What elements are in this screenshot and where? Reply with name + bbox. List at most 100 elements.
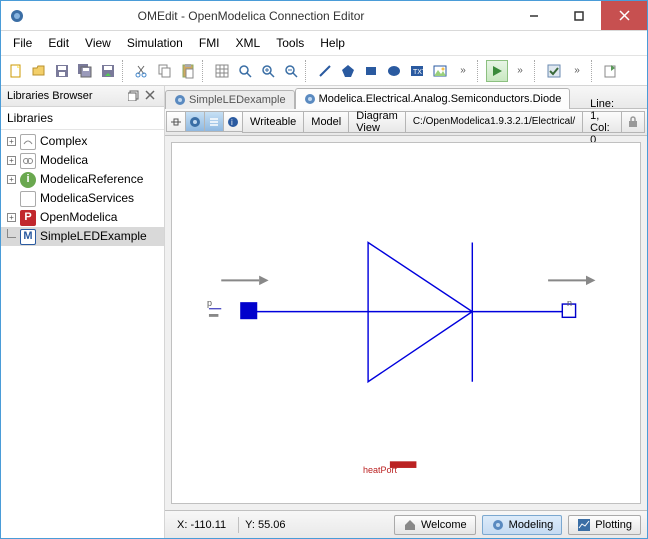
menu-bar: File Edit View Simulation FMI XML Tools … (1, 31, 647, 56)
status-bar: X: -110.11 Y: 55.06 Welcome Modeling Plo… (165, 510, 647, 538)
text-view-button[interactable] (204, 111, 224, 132)
tree-item-modelicareference[interactable]: + i ModelicaReference (1, 170, 164, 189)
editor-tabs: SimpleLEDexample Modelica.Electrical.Ana… (165, 86, 647, 109)
svg-text:TXT: TXT (413, 69, 425, 76)
writeable-indicator[interactable]: Writeable (242, 111, 304, 133)
menu-file[interactable]: File (6, 33, 39, 53)
editor-subbar: i Writeable Model Diagram View C:/OpenMo… (165, 109, 647, 136)
libraries-sidebar: Libraries Browser Libraries + Complex + … (1, 86, 165, 538)
tree-item-modelica[interactable]: + Modelica (1, 151, 164, 170)
status-x: X: -110.11 (171, 517, 232, 533)
diode-diagram (172, 143, 640, 503)
polygon-shape-button[interactable] (337, 60, 359, 82)
modeling-perspective-button[interactable]: Modeling (482, 515, 563, 535)
check-button[interactable] (543, 60, 565, 82)
simulate-button[interactable] (486, 60, 508, 82)
heatport-label: heatPort (363, 465, 397, 475)
save-all-button[interactable] (74, 60, 96, 82)
view-mode-group: i (167, 111, 243, 133)
main-toolbar: TXT » » » (1, 56, 647, 86)
save-as-button[interactable] (97, 60, 119, 82)
paste-button[interactable] (177, 60, 199, 82)
cut-button[interactable] (131, 60, 153, 82)
status-y: Y: 55.06 (238, 517, 291, 533)
window-title: OMEdit - OpenModelica Connection Editor (0, 9, 511, 23)
lock-button[interactable] (621, 111, 645, 133)
export-button[interactable] (600, 60, 622, 82)
port-n-label: n (567, 298, 572, 308)
menu-simulation[interactable]: Simulation (120, 33, 190, 53)
view-name-indicator: Diagram View (348, 111, 406, 133)
bitmap-shape-button[interactable] (429, 60, 451, 82)
libraries-label: Libraries (1, 107, 164, 130)
ellipse-shape-button[interactable] (383, 60, 405, 82)
tree-item-openmodelica[interactable]: + P OpenModelica (1, 208, 164, 227)
model-icon (174, 94, 186, 106)
modeling-label: Modeling (509, 519, 554, 531)
menu-xml[interactable]: XML (229, 33, 268, 53)
text-shape-button[interactable]: TXT (406, 60, 428, 82)
model-icon (491, 518, 505, 532)
open-button[interactable] (28, 60, 50, 82)
sidebar-title: Libraries Browser (7, 90, 93, 102)
welcome-perspective-button[interactable]: Welcome (394, 515, 476, 535)
rect-shape-button[interactable] (360, 60, 382, 82)
menu-view[interactable]: View (78, 33, 118, 53)
file-path-indicator: C:/OpenModelica1.9.3.2.1/Electrical/ (405, 111, 583, 133)
diagram-view-button[interactable] (185, 111, 205, 132)
svg-text:i: i (231, 118, 233, 127)
zoom-in-button[interactable] (257, 60, 279, 82)
expand-icon[interactable]: + (7, 137, 16, 146)
tree-item-label: SimpleLEDExample (40, 228, 147, 245)
undock-icon[interactable] (128, 89, 142, 103)
line-col-indicator: Line: 1, Col: 0 (582, 111, 622, 133)
tab-simpleledexample[interactable]: SimpleLEDexample (165, 90, 295, 109)
expand-icon[interactable]: + (7, 156, 16, 165)
menu-fmi[interactable]: FMI (192, 33, 227, 53)
close-panel-icon[interactable] (144, 89, 158, 103)
doc-view-button[interactable]: i (223, 111, 243, 132)
menu-edit[interactable]: Edit (41, 33, 76, 53)
close-button[interactable] (601, 1, 647, 30)
editor-area: SimpleLEDexample Modelica.Electrical.Ana… (165, 86, 647, 538)
overflow-sim-button[interactable]: » (509, 60, 531, 82)
tree-item-simpleledexample[interactable]: M SimpleLEDExample (1, 227, 164, 246)
menu-help[interactable]: Help (313, 33, 352, 53)
minimize-button[interactable] (511, 1, 556, 30)
tree-item-label: OpenModelica (40, 209, 117, 226)
plotting-perspective-button[interactable]: Plotting (568, 515, 641, 535)
overflow-check-button[interactable]: » (566, 60, 588, 82)
tree-item-label: ModelicaServices (40, 190, 134, 207)
tree-item-complex[interactable]: + Complex (1, 132, 164, 151)
welcome-label: Welcome (421, 519, 467, 531)
tree-item-label: Modelica (40, 152, 88, 169)
tree-item-modelicaservices[interactable]: ModelicaServices (1, 189, 164, 208)
tab-label: Modelica.Electrical.Analog.Semiconductor… (319, 93, 562, 105)
icon-view-button[interactable] (166, 111, 186, 132)
port-p-label: p (207, 298, 212, 308)
expand-icon[interactable]: + (7, 175, 16, 184)
copy-button[interactable] (154, 60, 176, 82)
zoom-out-button[interactable] (280, 60, 302, 82)
libraries-tree[interactable]: + Complex + Modelica + i ModelicaReferen… (1, 130, 164, 538)
line-shape-button[interactable] (314, 60, 336, 82)
maximize-button[interactable] (556, 1, 601, 30)
tree-end-icon (7, 229, 16, 238)
tree-item-label: Complex (40, 133, 87, 150)
overflow-shapes-button[interactable]: » (452, 60, 474, 82)
plotting-label: Plotting (595, 519, 632, 531)
menu-tools[interactable]: Tools (269, 33, 311, 53)
new-button[interactable] (5, 60, 27, 82)
model-icon (304, 93, 316, 105)
expand-icon[interactable]: + (7, 213, 16, 222)
diagram-canvas[interactable]: p n heatPort (171, 142, 641, 504)
title-bar: OMEdit - OpenModelica Connection Editor (1, 1, 647, 31)
model-type-indicator: Model (303, 111, 349, 133)
save-button[interactable] (51, 60, 73, 82)
zoom-reset-button[interactable] (234, 60, 256, 82)
tab-label: SimpleLEDexample (189, 94, 286, 106)
grid-button[interactable] (211, 60, 233, 82)
tree-item-label: ModelicaReference (40, 171, 143, 188)
home-icon (403, 518, 417, 532)
tab-diode[interactable]: Modelica.Electrical.Analog.Semiconductor… (295, 88, 571, 109)
